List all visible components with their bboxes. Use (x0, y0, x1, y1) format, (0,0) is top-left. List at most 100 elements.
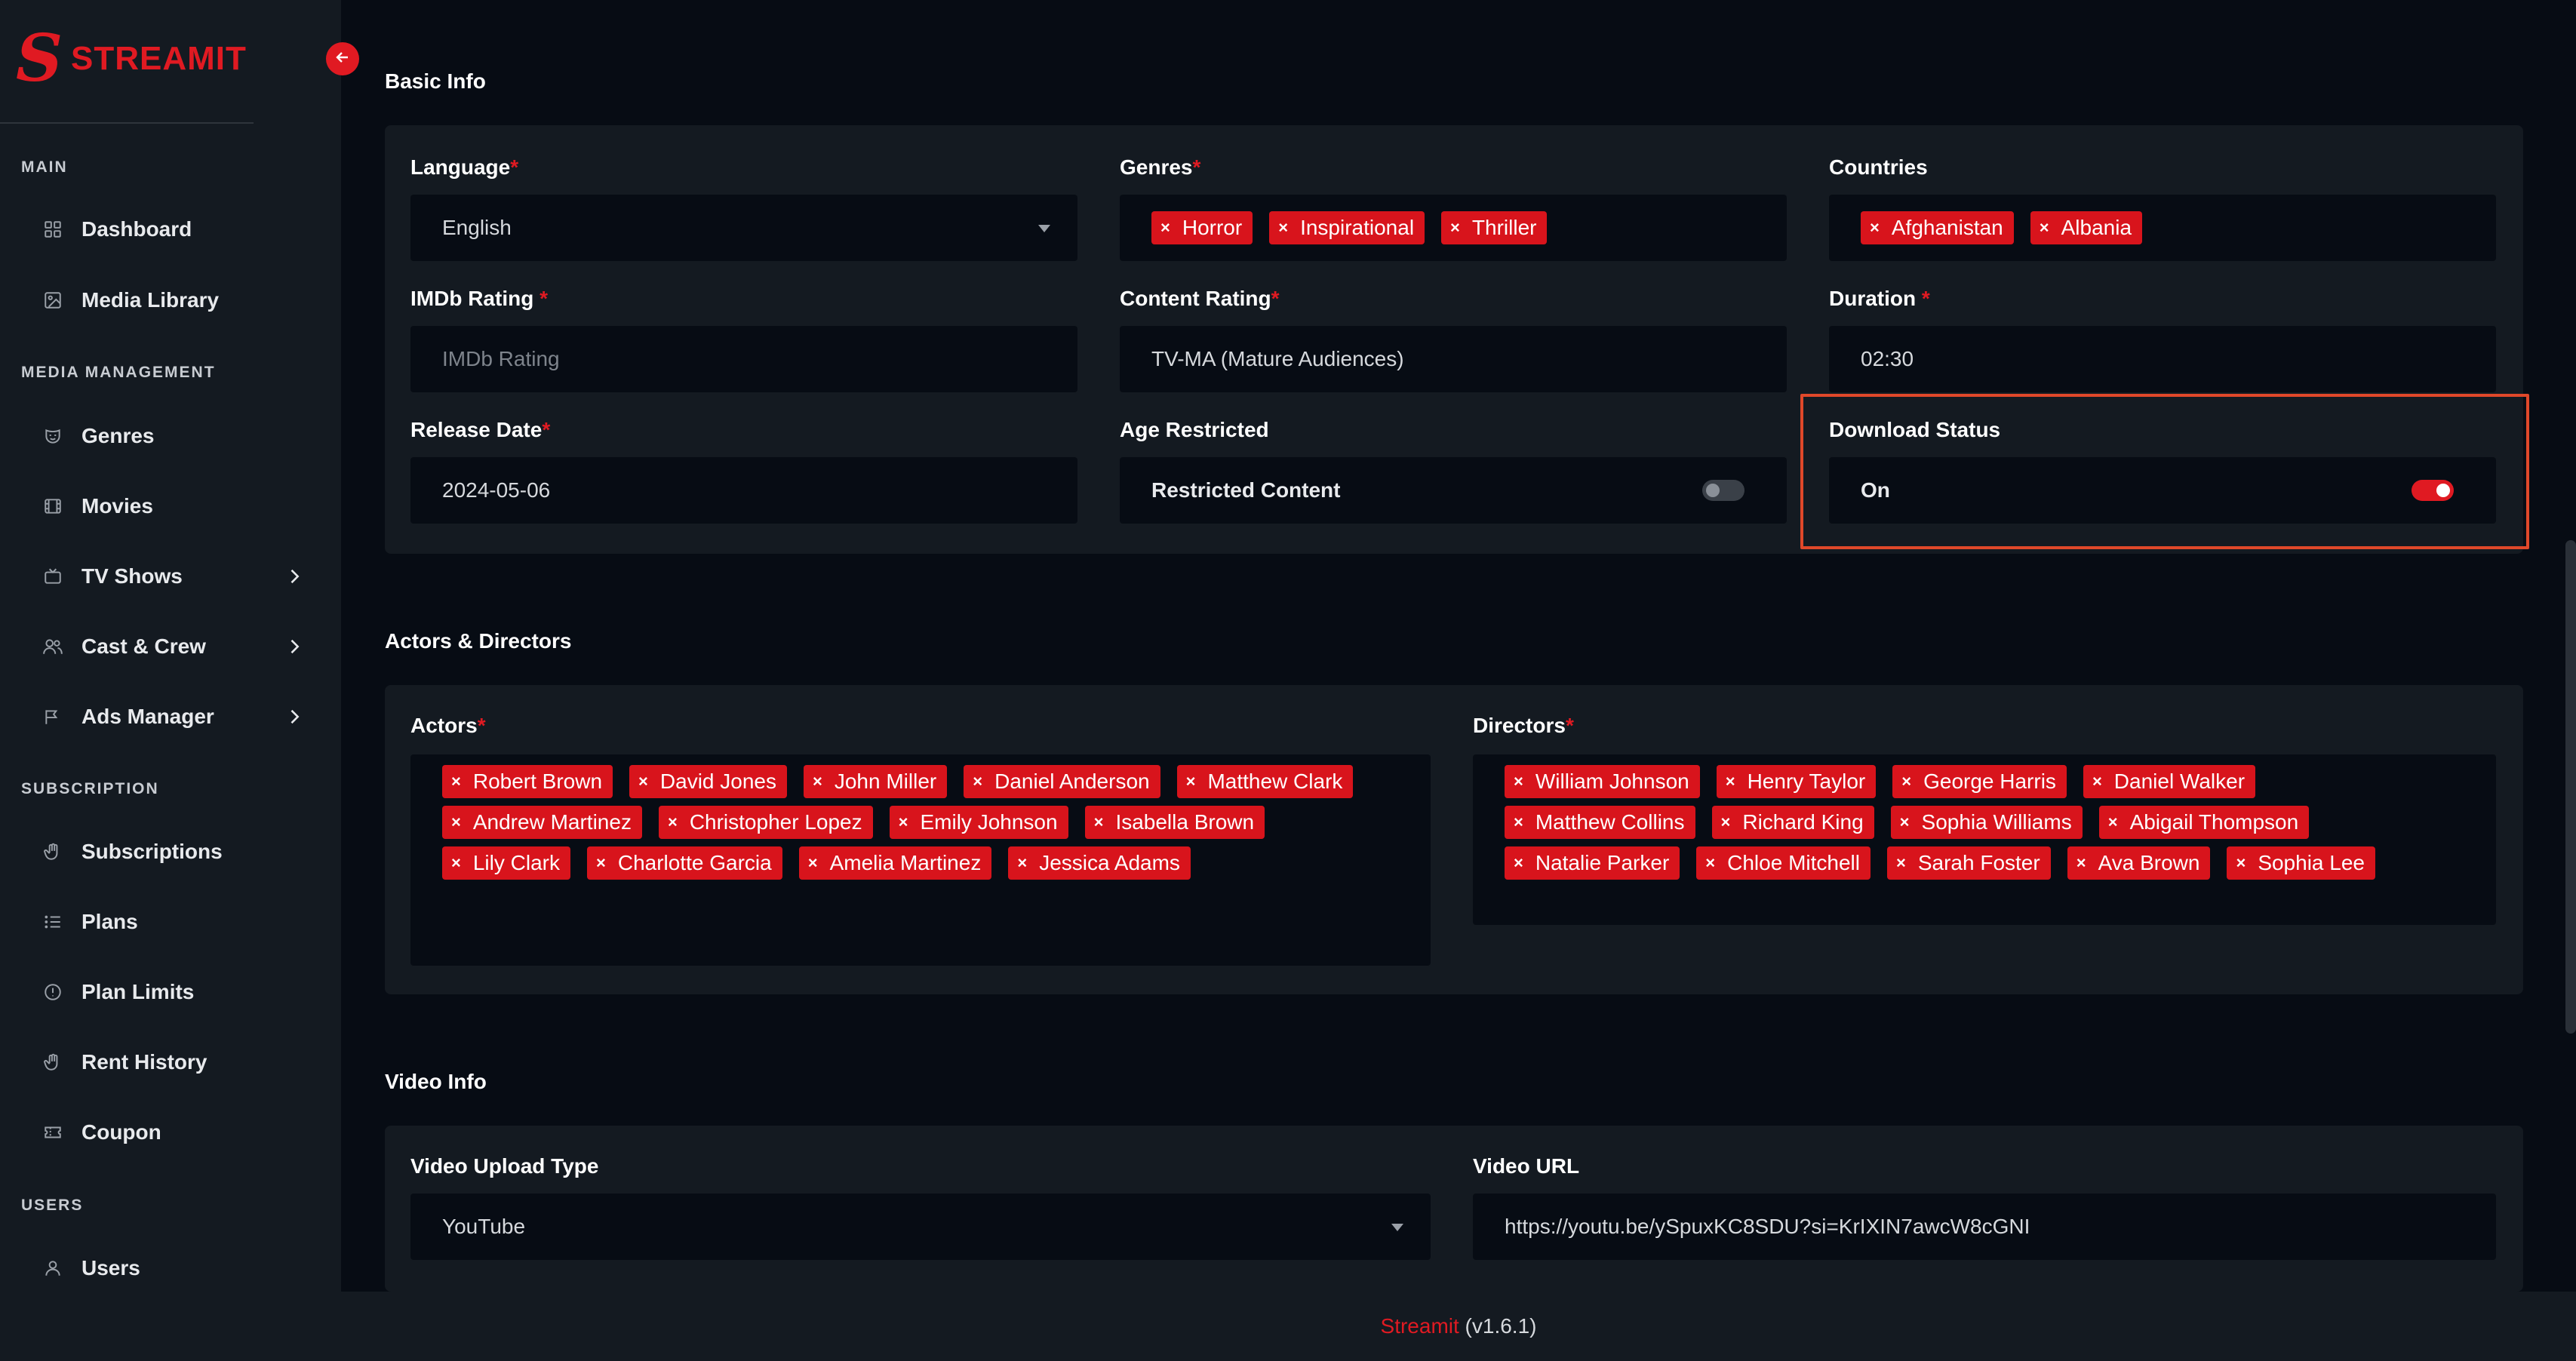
genre-tag[interactable]: × Horror (1151, 211, 1253, 244)
remove-tag-icon[interactable]: × (451, 772, 461, 791)
remove-tag-icon[interactable]: × (1450, 218, 1460, 238)
language-select[interactable]: English (410, 195, 1077, 261)
remove-tag-icon[interactable]: × (1870, 218, 1880, 238)
actor-tag[interactable]: × Lily Clark (442, 846, 570, 880)
directors-multiselect[interactable]: × William Johnson × Henry Taylor × George H… (1473, 754, 2496, 925)
director-tag[interactable]: × Sophia Lee (2227, 846, 2375, 880)
arrow-left-icon (334, 48, 352, 70)
actor-tag[interactable]: × Daniel Anderson (964, 765, 1160, 798)
language-label: Language* (410, 155, 519, 179)
remove-tag-icon[interactable]: × (2040, 218, 2049, 238)
video-upload-type-select[interactable]: YouTube (410, 1194, 1431, 1260)
actor-tag[interactable]: × Charlotte Garcia (587, 846, 782, 880)
brand-logo[interactable]: S STREAMIT (16, 26, 247, 91)
sidebar-item-tv-shows[interactable]: TV Shows (41, 555, 305, 598)
director-tag[interactable]: × Sarah Foster (1886, 846, 2051, 880)
video-url-input[interactable]: https://youtu.be/ySpuxKC8SDU?si=KrIXIN7a… (1473, 1194, 2496, 1260)
list-icon (41, 910, 65, 934)
sidebar-item-coupon[interactable]: Coupon (41, 1111, 305, 1154)
video-upload-type-value: YouTube (442, 1215, 526, 1238)
content-rating-input[interactable]: TV-MA (Mature Audiences) (1120, 326, 1787, 392)
director-tag[interactable]: × Richard King (1711, 806, 1874, 839)
remove-tag-icon[interactable]: × (1901, 772, 1911, 791)
sidebar-item-media-library[interactable]: Media Library (41, 279, 305, 321)
countries-multiselect[interactable]: × Afghanistan × Albania (1829, 195, 2496, 261)
actor-tag[interactable]: × Robert Brown (442, 765, 613, 798)
director-tag[interactable]: × Daniel Walker (2083, 765, 2256, 798)
sidebar-item-genres[interactable]: Genres (41, 415, 305, 457)
sidebar-item-ads-manager[interactable]: Ads Manager (41, 696, 305, 738)
remove-tag-icon[interactable]: × (668, 813, 678, 832)
remove-tag-icon[interactable]: × (1514, 772, 1523, 791)
remove-tag-icon[interactable]: × (1186, 772, 1196, 791)
actor-tag[interactable]: × Matthew Clark (1176, 765, 1354, 798)
hand-icon (41, 1050, 65, 1074)
imdb-rating-input[interactable]: IMDb Rating (410, 326, 1077, 392)
release-date-input[interactable]: 2024-05-06 (410, 457, 1077, 524)
caret-down-icon (1391, 1224, 1403, 1231)
sidebar-item-cast-crew[interactable]: Cast & Crew (41, 625, 305, 668)
sidebar-item-subscriptions[interactable]: Subscriptions (41, 831, 305, 873)
remove-tag-icon[interactable]: × (451, 853, 461, 873)
remove-tag-icon[interactable]: × (1160, 218, 1170, 238)
content-rating-value: TV-MA (Mature Audiences) (1151, 347, 1404, 370)
actor-tag[interactable]: × David Jones (629, 765, 787, 798)
remove-tag-icon[interactable]: × (1514, 853, 1523, 873)
director-tag[interactable]: × Chloe Mitchell (1696, 846, 1871, 880)
countries-tags: × Afghanistan × Albania (1861, 211, 2479, 252)
sidebar-item-movies[interactable]: Movies (41, 485, 305, 527)
remove-tag-icon[interactable]: × (973, 772, 982, 791)
actor-tag[interactable]: × Christopher Lopez (658, 806, 873, 839)
remove-tag-icon[interactable]: × (1017, 853, 1027, 873)
actor-tag[interactable]: × Amelia Martinez (798, 846, 992, 880)
sidebar-collapse-button[interactable] (326, 42, 359, 75)
remove-tag-icon[interactable]: × (2108, 813, 2118, 832)
remove-tag-icon[interactable]: × (1900, 813, 1910, 832)
duration-input[interactable]: 02:30 (1829, 326, 2496, 392)
genres-label: Genres* (1120, 155, 1201, 179)
genres-multiselect[interactable]: × Horror × Inspirational × Thriller (1120, 195, 1787, 261)
remove-tag-icon[interactable]: × (1514, 813, 1523, 832)
director-tag[interactable]: × Matthew Collins (1505, 806, 1695, 839)
remove-tag-icon[interactable]: × (2092, 772, 2102, 791)
sidebar-item-plans[interactable]: Plans (41, 901, 305, 943)
remove-tag-icon[interactable]: × (1705, 853, 1715, 873)
sidebar-item-dashboard[interactable]: Dashboard (41, 208, 305, 250)
remove-tag-icon[interactable]: × (1278, 218, 1288, 238)
actor-tag[interactable]: × Jessica Adams (1008, 846, 1191, 880)
director-tag[interactable]: × Henry Taylor (1716, 765, 1877, 798)
director-tag[interactable]: × George Harris (1892, 765, 2067, 798)
page-scrollbar[interactable] (2565, 540, 2576, 1034)
remove-tag-icon[interactable]: × (813, 772, 822, 791)
remove-tag-icon[interactable]: × (1721, 813, 1731, 832)
remove-tag-icon[interactable]: × (2076, 853, 2086, 873)
sidebar-item-users[interactable]: Users (41, 1247, 305, 1289)
remove-tag-icon[interactable]: × (451, 813, 461, 832)
remove-tag-icon[interactable]: × (808, 853, 818, 873)
remove-tag-icon[interactable]: × (899, 813, 908, 832)
country-tag[interactable]: × Afghanistan (1861, 211, 2014, 244)
genre-tag[interactable]: × Inspirational (1269, 211, 1425, 244)
remove-tag-icon[interactable]: × (1896, 853, 1906, 873)
actor-tag[interactable]: × Emily Johnson (889, 806, 1068, 839)
director-tag[interactable]: × Sophia Williams (1890, 806, 2083, 839)
remove-tag-icon[interactable]: × (2236, 853, 2246, 873)
director-tag[interactable]: × Ava Brown (2067, 846, 2211, 880)
remove-tag-icon[interactable]: × (638, 772, 648, 791)
age-restricted-toggle[interactable] (1702, 480, 1744, 501)
actors-multiselect[interactable]: × Robert Brown × David Jones × John Miller … (410, 754, 1431, 966)
remove-tag-icon[interactable]: × (1726, 772, 1735, 791)
actor-tag[interactable]: × Isabella Brown (1084, 806, 1265, 839)
director-tag[interactable]: × William Johnson (1505, 765, 1700, 798)
footer-brand-link[interactable]: Streamit (1381, 1314, 1459, 1338)
actor-tag[interactable]: × John Miller (804, 765, 948, 798)
director-tag[interactable]: × Abigail Thompson (2098, 806, 2310, 839)
director-tag[interactable]: × Natalie Parker (1505, 846, 1680, 880)
sidebar-item-rent-history[interactable]: Rent History (41, 1041, 305, 1083)
actor-tag[interactable]: × Andrew Martinez (442, 806, 642, 839)
remove-tag-icon[interactable]: × (596, 853, 606, 873)
genre-tag[interactable]: × Thriller (1441, 211, 1548, 244)
sidebar-item-plan-limits[interactable]: Plan Limits (41, 971, 305, 1013)
remove-tag-icon[interactable]: × (1094, 813, 1104, 832)
country-tag[interactable]: × Albania (2030, 211, 2143, 244)
